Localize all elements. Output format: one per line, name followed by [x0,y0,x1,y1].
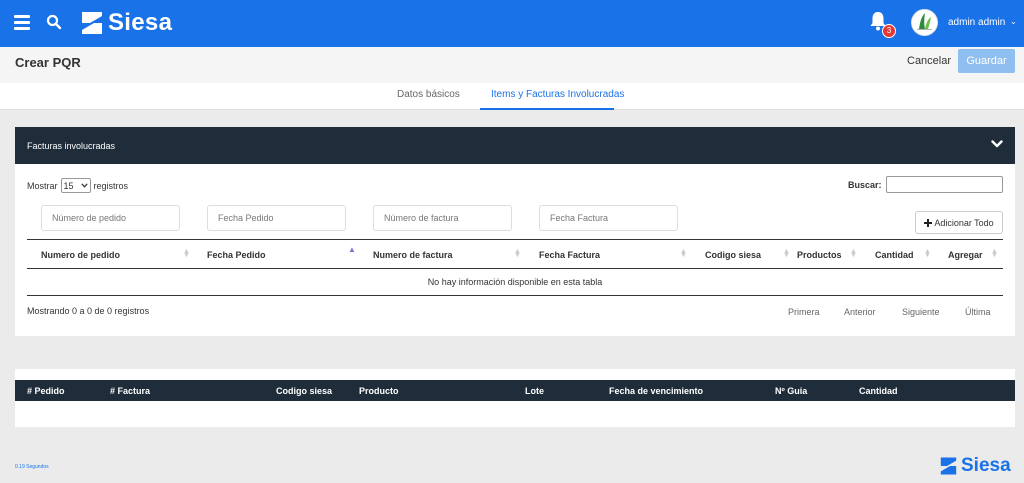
page-header: Crear PQR Cancelar Guardar [0,47,1024,83]
show-suffix: registros [93,180,129,191]
add-all-label: Adicionar Todo [934,217,994,228]
filter-numero-factura[interactable]: Número de factura [373,205,512,231]
hamburger-menu-icon[interactable] [14,15,30,30]
tab-datos-basicos[interactable]: Datos básicos [397,89,460,100]
siesa-logo-icon [82,12,102,34]
column-header[interactable]: Cantidad [875,250,914,260]
facturas-card: Facturas involucradas Mostrar 15 registr… [15,127,1015,336]
active-tab-indicator [480,108,614,110]
empty-table-message: No hay información disponible en esta ta… [27,269,1003,296]
tab-items-facturas[interactable]: Items y Facturas Involucradas [491,89,624,100]
footer-timing: 0.19 Segundos [15,464,49,470]
column-header: # Factura [110,386,151,396]
facturas-card-header[interactable]: Facturas involucradas [15,127,1015,164]
column-header: Lote [525,386,544,396]
column-header[interactable]: Fecha Pedido [207,250,266,260]
siesa-logo-icon [940,457,957,475]
items-card: # Pedido # Factura Codigo siesa Producto… [15,369,1015,427]
page-length-select[interactable]: 15 [60,178,91,193]
footer-logo: Siesa [939,455,1011,477]
plus-icon [924,218,933,227]
column-header[interactable]: Numero de factura [373,250,453,260]
column-header[interactable]: Productos [797,250,842,260]
column-header[interactable]: Numero de pedido [41,250,120,260]
column-header: Codigo siesa [276,386,333,396]
sort-icon[interactable]: ▲ ▼ [850,248,857,259]
column-header: Cantidad [859,386,898,396]
filter-placeholder: Número de pedido [52,213,127,223]
sort-icon[interactable]: ▲ ▼ [924,248,931,259]
facturas-card-title: Facturas involucradas [27,141,116,151]
sort-icon[interactable]: ▲ ▼ [183,248,190,259]
column-header: Producto [359,386,399,396]
user-menu[interactable]: admin admin [948,17,1005,28]
cancel-button[interactable]: Cancelar [907,55,951,67]
filter-placeholder: Fecha Factura [550,213,609,223]
filter-fecha-pedido[interactable]: Fecha Pedido [207,205,346,231]
column-header[interactable]: Codigo siesa [705,250,761,260]
page-length-value: 15 [63,180,74,191]
filter-placeholder: Número de factura [384,213,459,223]
table-info: Mostrando 0 a 0 de 0 registros [27,306,150,316]
search-label: Buscar: [848,180,882,190]
brand-logo[interactable]: Siesa [80,9,172,37]
column-header: Nº Guia [775,386,808,396]
page-title: Crear PQR [15,55,81,70]
pager-next[interactable]: Siguiente [902,307,940,317]
avatar-logo-icon [911,9,938,36]
filter-fecha-factura[interactable]: Fecha Factura [539,205,678,231]
column-header[interactable]: Fecha Factura [539,250,600,260]
chevron-down-icon [80,183,88,188]
chevron-down-icon[interactable] [991,139,1003,149]
pager-last[interactable]: Última [965,307,991,317]
column-header: Fecha de vencimiento [609,386,704,396]
search-icon[interactable] [46,14,62,30]
page-length-control: Mostrar 15 registros [27,178,128,193]
pager-first[interactable]: Primera [788,307,820,317]
sort-asc-icon[interactable]: ▲ [348,246,356,254]
column-header: # Pedido [27,386,65,396]
avatar[interactable] [911,9,938,36]
sort-icon[interactable]: ▲ ▼ [783,248,790,259]
items-table-header: # Pedido # Factura Codigo siesa Producto… [15,380,1015,401]
filter-numero-pedido[interactable]: Número de pedido [41,205,180,231]
facturas-table-header: Numero de pedido ▲ ▼ Fecha Pedido ▲ Numer… [27,239,1003,269]
sort-icon[interactable]: ▲ ▼ [680,248,687,259]
chevron-down-icon[interactable]: ⌄ [1010,17,1017,26]
filter-placeholder: Fecha Pedido [218,213,274,223]
tab-bar: Datos básicos Items y Facturas Involucra… [0,83,1024,110]
brand-name: Siesa [108,9,173,36]
search-input[interactable] [886,176,1003,193]
pager-previous[interactable]: Anterior [844,307,876,317]
show-prefix: Mostrar [27,180,58,191]
add-all-button[interactable]: Adicionar Todo [915,211,1003,234]
column-header[interactable]: Agregar [948,250,983,260]
footer-brand-name: Siesa [961,455,1011,476]
sort-icon[interactable]: ▲ ▼ [991,248,998,259]
notification-badge: 3 [882,24,896,38]
save-button[interactable]: Guardar [958,49,1015,73]
sort-icon[interactable]: ▲ ▼ [514,248,521,259]
top-bar: Siesa 3 admin admin ⌄ [0,0,1024,47]
